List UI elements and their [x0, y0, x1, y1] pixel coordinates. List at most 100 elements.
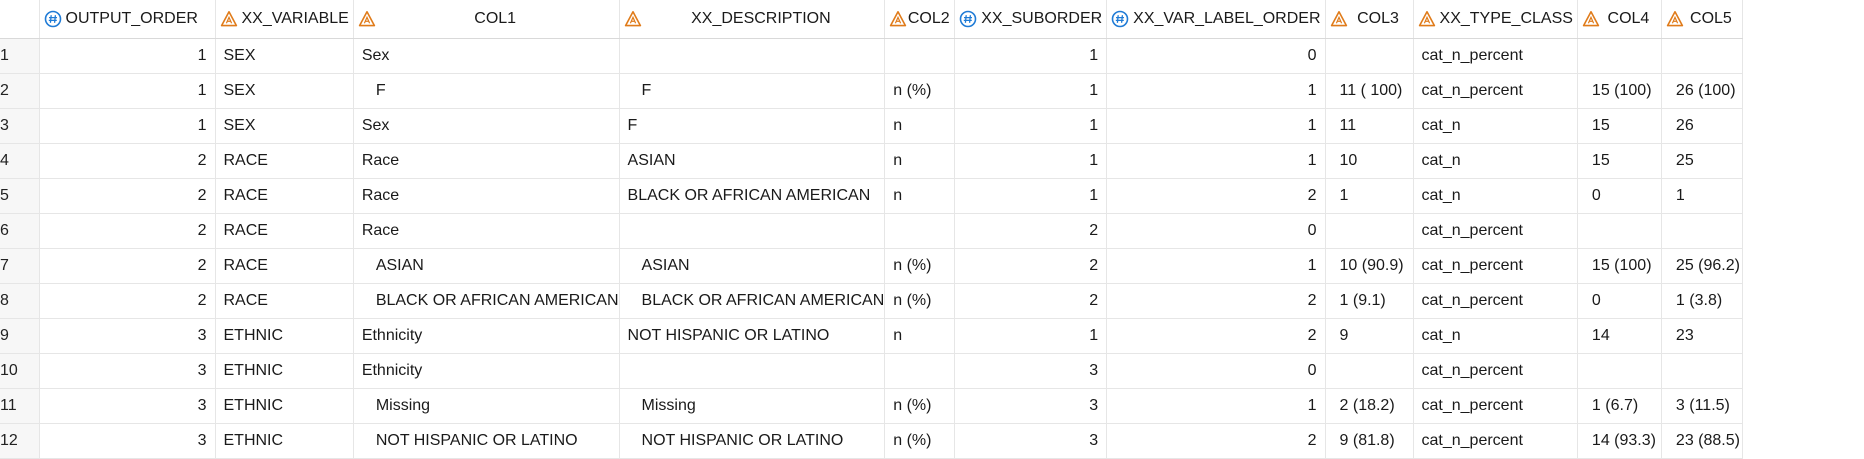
cell-xx-variable[interactable]: RACE [215, 213, 354, 249]
row-number-header[interactable] [0, 0, 40, 39]
cell-col1[interactable]: Sex [353, 108, 620, 144]
cell-col4[interactable] [1577, 353, 1662, 389]
cell-col4[interactable]: 0 [1577, 283, 1662, 319]
cell-col1[interactable]: BLACK OR AFRICAN AMERICAN [353, 283, 620, 319]
cell-xx-type-class[interactable]: cat_n_percent [1413, 283, 1578, 319]
cell-xx-variable[interactable]: RACE [215, 178, 354, 214]
cell-col3[interactable]: 1 (9.1) [1325, 283, 1414, 319]
table-row[interactable]: 11 3 ETHNIC Missing Missing n (%) 3 1 2 (18.2) ca… [0, 388, 1743, 424]
row-number[interactable]: 10 [0, 353, 40, 389]
cell-col2[interactable]: n (%) [884, 73, 956, 109]
cell-col2[interactable]: n (%) [884, 248, 956, 284]
cell-xx-type-class[interactable]: cat_n_percent [1413, 213, 1578, 249]
row-number[interactable]: 9 [0, 318, 40, 354]
cell-xx-var-label-order[interactable]: 0 [1106, 38, 1326, 74]
row-number[interactable]: 1 [0, 38, 40, 74]
table-row[interactable]: 6 2 RACE Race 2 0 cat_n_percent [0, 213, 1743, 249]
row-number[interactable]: 5 [0, 178, 40, 214]
cell-col2[interactable] [884, 213, 956, 249]
cell-output-order[interactable]: 3 [39, 318, 216, 354]
column-header-col1[interactable]: COL1 [353, 0, 620, 39]
column-header-xx-var-label-order[interactable]: XX_VAR_LABEL_ORDER [1106, 0, 1326, 39]
cell-xx-type-class[interactable]: cat_n_percent [1413, 73, 1578, 109]
cell-xx-suborder[interactable]: 3 [954, 353, 1108, 389]
cell-col1[interactable]: NOT HISPANIC OR LATINO [353, 423, 620, 459]
row-number[interactable]: 2 [0, 73, 40, 109]
cell-xx-suborder[interactable]: 2 [954, 248, 1108, 284]
cell-xx-var-label-order[interactable]: 2 [1106, 178, 1326, 214]
cell-xx-type-class[interactable]: cat_n [1413, 108, 1578, 144]
cell-output-order[interactable]: 2 [39, 178, 216, 214]
cell-xx-type-class[interactable]: cat_n_percent [1413, 423, 1578, 459]
cell-output-order[interactable]: 1 [39, 38, 216, 74]
cell-col5[interactable]: 1 (3.8) [1661, 283, 1743, 319]
cell-xx-description[interactable]: ASIAN [619, 248, 886, 284]
cell-xx-variable[interactable]: SEX [215, 73, 354, 109]
row-number[interactable]: 3 [0, 108, 40, 144]
cell-col2[interactable] [884, 353, 956, 389]
cell-xx-var-label-order[interactable]: 1 [1106, 248, 1326, 284]
cell-xx-var-label-order[interactable]: 2 [1106, 283, 1326, 319]
cell-xx-variable[interactable]: ETHNIC [215, 423, 354, 459]
cell-xx-var-label-order[interactable]: 2 [1106, 423, 1326, 459]
cell-col4[interactable]: 0 [1577, 178, 1662, 214]
cell-col4[interactable]: 14 [1577, 318, 1662, 354]
cell-xx-variable[interactable]: SEX [215, 38, 354, 74]
row-number[interactable]: 6 [0, 213, 40, 249]
cell-col5[interactable] [1661, 213, 1743, 249]
cell-col5[interactable]: 25 [1661, 143, 1743, 179]
cell-xx-var-label-order[interactable]: 0 [1106, 353, 1326, 389]
column-header-output-order[interactable]: OUTPUT_ORDER [39, 0, 216, 39]
cell-xx-suborder[interactable]: 2 [954, 283, 1108, 319]
cell-xx-description[interactable] [619, 213, 886, 249]
table-row[interactable]: 9 3 ETHNIC Ethnicity NOT HISPANIC OR LATINO n… [0, 318, 1743, 354]
cell-col3[interactable]: 10 (90.9) [1325, 248, 1414, 284]
cell-xx-var-label-order[interactable]: 1 [1106, 143, 1326, 179]
cell-xx-description[interactable]: Missing [619, 388, 886, 424]
cell-xx-var-label-order[interactable]: 1 [1106, 388, 1326, 424]
cell-col3[interactable]: 1 [1325, 178, 1414, 214]
cell-xx-suborder[interactable]: 3 [954, 423, 1108, 459]
cell-col5[interactable]: 23 (88.5) [1661, 423, 1743, 459]
cell-output-order[interactable]: 1 [39, 108, 216, 144]
cell-xx-type-class[interactable]: cat_n [1413, 318, 1578, 354]
cell-col2[interactable]: n (%) [884, 388, 956, 424]
cell-col4[interactable] [1577, 213, 1662, 249]
cell-col1[interactable]: Ethnicity [353, 318, 620, 354]
cell-col3[interactable]: 11 ( 100) [1325, 73, 1414, 109]
table-row[interactable]: 2 1 SEX F Fn (%) 1 1 11 ( 100) cat_n_percent 15 (… [0, 73, 1743, 109]
cell-xx-suborder[interactable]: 1 [954, 318, 1108, 354]
cell-col2[interactable]: n (%) [884, 283, 956, 319]
cell-col1[interactable]: Missing [353, 388, 620, 424]
table-row[interactable]: 7 2 RACE ASIAN ASIAN n (%) 2 1 10 (90.9) cat_n_pe… [0, 248, 1743, 284]
cell-col5[interactable]: 3 (11.5) [1661, 388, 1743, 424]
cell-xx-description[interactable]: F [619, 108, 886, 144]
cell-col1[interactable]: Race [353, 178, 620, 214]
cell-output-order[interactable]: 3 [39, 423, 216, 459]
cell-col4[interactable]: 15 (100) [1577, 73, 1662, 109]
cell-xx-type-class[interactable]: cat_n_percent [1413, 38, 1578, 74]
table-row[interactable]: 3 1 SEX Sex Fn 1 1 11 cat_n 15 26 [0, 108, 1743, 144]
cell-col5[interactable] [1661, 353, 1743, 389]
table-row[interactable]: 4 2 RACE Race ASIAN n 1 1 10 cat_n 15 25 [0, 143, 1743, 179]
column-header-col4[interactable]: COL4 [1577, 0, 1662, 39]
cell-output-order[interactable]: 2 [39, 283, 216, 319]
cell-xx-description[interactable]: BLACK OR AFRICAN AMERICAN [619, 178, 886, 214]
cell-col4[interactable]: 14 (93.3) [1577, 423, 1662, 459]
cell-xx-description[interactable]: F [619, 73, 886, 109]
cell-xx-type-class[interactable]: cat_n [1413, 178, 1578, 214]
cell-output-order[interactable]: 3 [39, 388, 216, 424]
cell-xx-variable[interactable]: ETHNIC [215, 353, 354, 389]
cell-xx-type-class[interactable]: cat_n_percent [1413, 248, 1578, 284]
cell-xx-type-class[interactable]: cat_n_percent [1413, 353, 1578, 389]
cell-col1[interactable]: Ethnicity [353, 353, 620, 389]
row-number[interactable]: 8 [0, 283, 40, 319]
cell-col2[interactable]: n [884, 108, 956, 144]
cell-col2[interactable] [884, 38, 956, 74]
cell-xx-variable[interactable]: RACE [215, 248, 354, 284]
table-row[interactable]: 12 3 ETHNIC NOT HISPANIC OR LATINO NOT HISPA… [0, 423, 1743, 459]
cell-xx-description[interactable] [619, 353, 886, 389]
row-number[interactable]: 7 [0, 248, 40, 284]
table-row[interactable]: 10 3 ETHNIC Ethnicity 3 0 cat_n_percent [0, 353, 1743, 389]
cell-xx-suborder[interactable]: 1 [954, 73, 1108, 109]
